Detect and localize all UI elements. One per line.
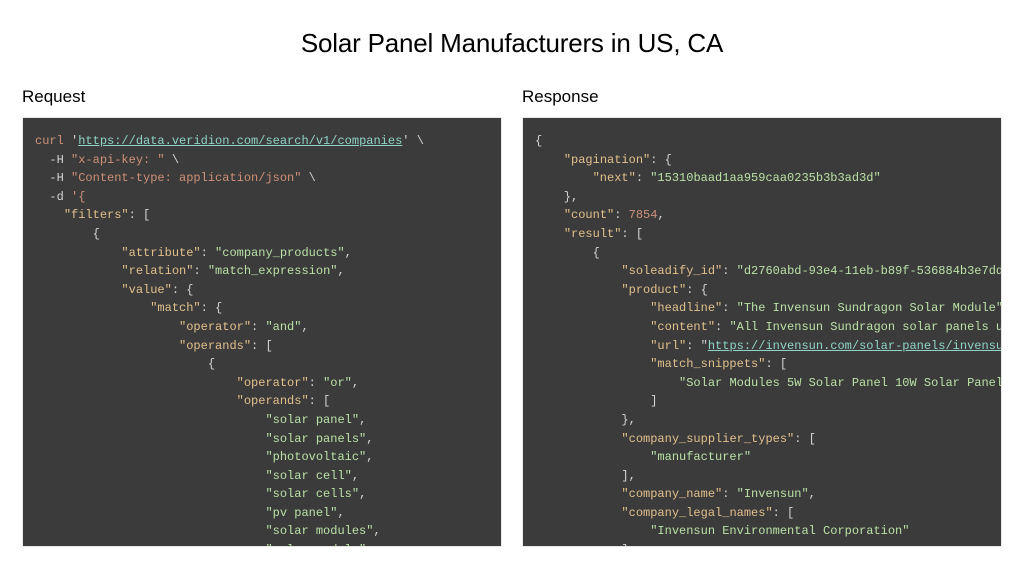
response-heading: Response xyxy=(522,87,1002,107)
response-column: Response { "pagination": { "next": "1531… xyxy=(522,87,1002,547)
columns: Request curl 'https://data.veridion.com/… xyxy=(22,87,1002,547)
request-code-wrap: curl 'https://data.veridion.com/search/v… xyxy=(22,117,502,547)
response-code[interactable]: { "pagination": { "next": "15310baad1aa9… xyxy=(523,118,1001,546)
request-heading: Request xyxy=(22,87,502,107)
request-column: Request curl 'https://data.veridion.com/… xyxy=(22,87,502,547)
page-title: Solar Panel Manufacturers in US, CA xyxy=(22,28,1002,59)
response-code-wrap: { "pagination": { "next": "15310baad1aa9… xyxy=(522,117,1002,547)
request-code[interactable]: curl 'https://data.veridion.com/search/v… xyxy=(23,118,501,546)
